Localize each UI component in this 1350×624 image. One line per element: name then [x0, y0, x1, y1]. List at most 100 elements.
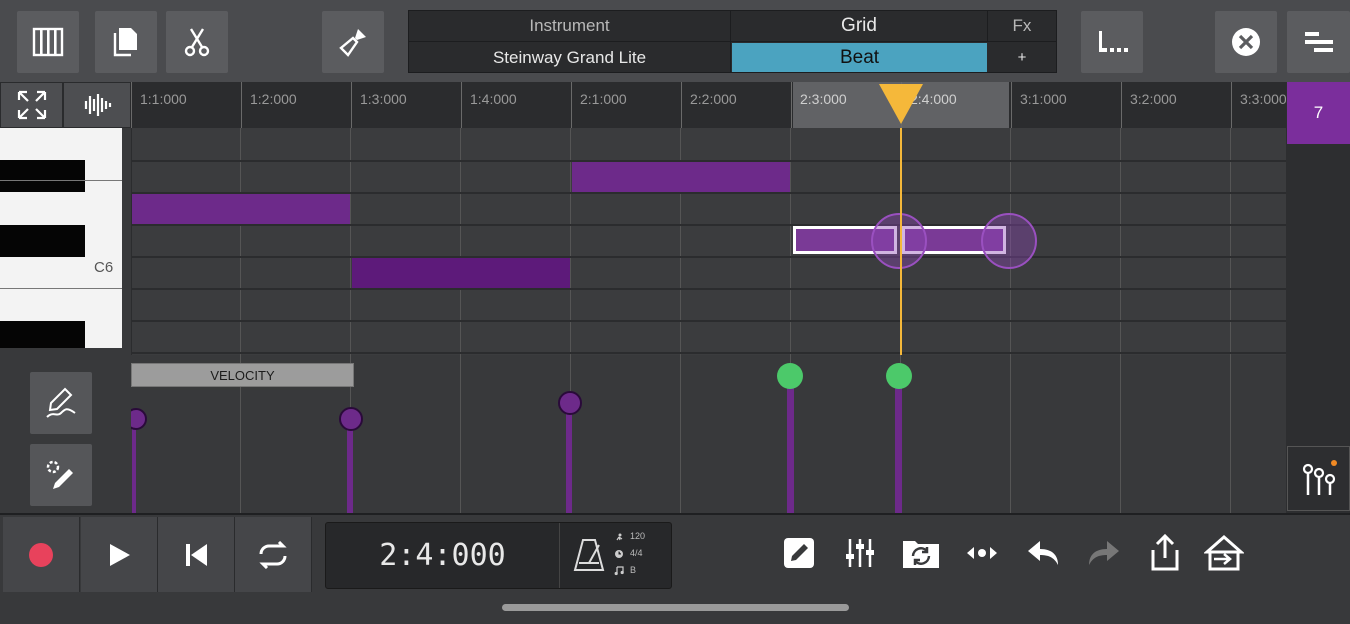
velocity-handle[interactable]: [131, 408, 147, 430]
tempo-icon: [616, 533, 623, 541]
draw-curve-icon: [46, 387, 76, 418]
mixer-knobs-icon: [1302, 459, 1337, 495]
export-button[interactable]: [1202, 531, 1246, 575]
ruler-label: 1:2:000: [250, 91, 297, 107]
transport-bar: 2:4:000 120 4/4 B: [0, 513, 1350, 624]
close-button[interactable]: [1215, 11, 1277, 73]
skip-start-icon: [186, 543, 207, 566]
pencil-tool-button[interactable]: [777, 531, 821, 575]
clock-icon: [615, 550, 623, 558]
velocity-bar[interactable]: [895, 375, 902, 513]
black-key[interactable]: [0, 160, 85, 192]
midi-note[interactable]: [132, 194, 350, 224]
grid-header: Grid: [731, 11, 988, 42]
loop-icon: [259, 540, 287, 569]
ruler-label: 3:1:000: [1020, 91, 1067, 107]
quantize-button[interactable]: [1081, 11, 1143, 73]
ruler-label: 2:1:000: [580, 91, 627, 107]
midi-note[interactable]: [352, 258, 570, 288]
music-note-icon: [614, 566, 624, 576]
black-key[interactable]: [0, 225, 85, 257]
piano-keys-icon: [32, 27, 64, 57]
copy-button[interactable]: [95, 11, 157, 73]
piano-keys-button[interactable]: [17, 11, 79, 73]
move-horizontal-button[interactable]: [960, 531, 1004, 575]
velocity-handle[interactable]: [558, 391, 582, 415]
undo-icon: [1028, 541, 1058, 565]
velocity-tools-panel: [0, 348, 131, 513]
velocity-editor[interactable]: VELOCITY: [131, 355, 1286, 513]
record-icon: [29, 542, 53, 567]
quantize-icon: [1099, 31, 1128, 52]
instrument-grid-panel: Instrument Steinway Grand Lite Grid Beat…: [408, 10, 1057, 73]
velocity-bar[interactable]: [347, 420, 353, 513]
ruler-label: 1:1:000: [140, 91, 187, 107]
draw-velocity-button[interactable]: [30, 372, 92, 434]
brush-button[interactable]: [322, 11, 384, 73]
instrument-header: Instrument: [409, 11, 731, 42]
loop-button[interactable]: [235, 517, 312, 592]
ruler-label: 1:3:000: [360, 91, 407, 107]
velocity-bar[interactable]: [132, 420, 136, 513]
key-value: B: [630, 565, 637, 575]
record-button[interactable]: [3, 517, 80, 592]
timeline-ruler[interactable]: 1:1:000 1:2:000 1:3:000 1:4:000 2:1:000 …: [131, 82, 1286, 128]
mixer-sliders-button[interactable]: [838, 531, 882, 575]
ruler-label: 1:4:000: [470, 91, 517, 107]
midi-note[interactable]: [572, 162, 790, 192]
redo-button[interactable]: [1082, 531, 1126, 575]
brush-icon: [339, 29, 366, 57]
share-button[interactable]: [1143, 531, 1187, 575]
menu-button[interactable]: [1287, 11, 1350, 73]
undo-button[interactable]: [1021, 531, 1065, 575]
cut-button[interactable]: [166, 11, 228, 73]
playhead-line: [900, 128, 902, 355]
velocity-bar[interactable]: [787, 375, 794, 513]
fx-add-button[interactable]: +: [988, 42, 1056, 73]
note-resize-handle[interactable]: [871, 213, 927, 269]
piano-keyboard[interactable]: C6: [0, 128, 122, 348]
instrument-selector[interactable]: Steinway Grand Lite: [409, 42, 731, 73]
redo-icon: [1089, 541, 1119, 565]
ruler-label: 2:2:000: [690, 91, 737, 107]
black-key[interactable]: [0, 321, 85, 348]
tempo-value: 120: [630, 531, 646, 541]
expand-button[interactable]: [0, 82, 63, 128]
fx-header: Fx: [988, 11, 1056, 42]
scissors-icon: [184, 28, 210, 57]
metronome-icon[interactable]: [571, 537, 607, 573]
velocity-label: VELOCITY: [131, 363, 354, 387]
track-column: 7: [1286, 82, 1350, 513]
playhead-marker[interactable]: [877, 82, 925, 128]
piano-roll-grid[interactable]: [131, 128, 1286, 355]
expand-icon: [17, 90, 46, 120]
mixer-button[interactable]: [1287, 446, 1350, 511]
velocity-handle[interactable]: [339, 407, 363, 431]
menu-align-icon: [1304, 32, 1333, 52]
waveform-button[interactable]: [63, 82, 131, 128]
time-signature-value: 4/4: [630, 548, 643, 558]
note-resize-handle[interactable]: [981, 213, 1037, 269]
folder-sync-button[interactable]: [899, 531, 943, 575]
pencil-icon: [784, 538, 814, 568]
move-horizontal-icon: [967, 547, 997, 559]
top-toolbar: Instrument Steinway Grand Lite Grid Beat…: [0, 0, 1350, 82]
velocity-bar[interactable]: [566, 403, 572, 513]
velocity-handle-selected[interactable]: [777, 363, 803, 389]
velocity-handle-selected[interactable]: [886, 363, 912, 389]
play-icon: [110, 543, 130, 566]
position-counter[interactable]: 2:4:000 120 4/4 B: [325, 522, 672, 589]
ruler-label: 3:3:000: [1240, 91, 1286, 107]
c6-label: C6: [94, 259, 114, 276]
grid-selector[interactable]: Beat: [732, 43, 987, 72]
export-icon: [1204, 535, 1244, 571]
home-indicator: [502, 604, 849, 611]
pen-settings-button[interactable]: [30, 444, 92, 506]
share-icon: [1151, 534, 1179, 571]
play-button[interactable]: [81, 517, 158, 592]
folder-sync-icon: [903, 541, 939, 568]
waveform-icon: [84, 94, 112, 116]
pen-settings-icon: [46, 460, 73, 489]
track-number-tab[interactable]: 7: [1287, 82, 1350, 144]
skip-start-button[interactable]: [158, 517, 235, 592]
